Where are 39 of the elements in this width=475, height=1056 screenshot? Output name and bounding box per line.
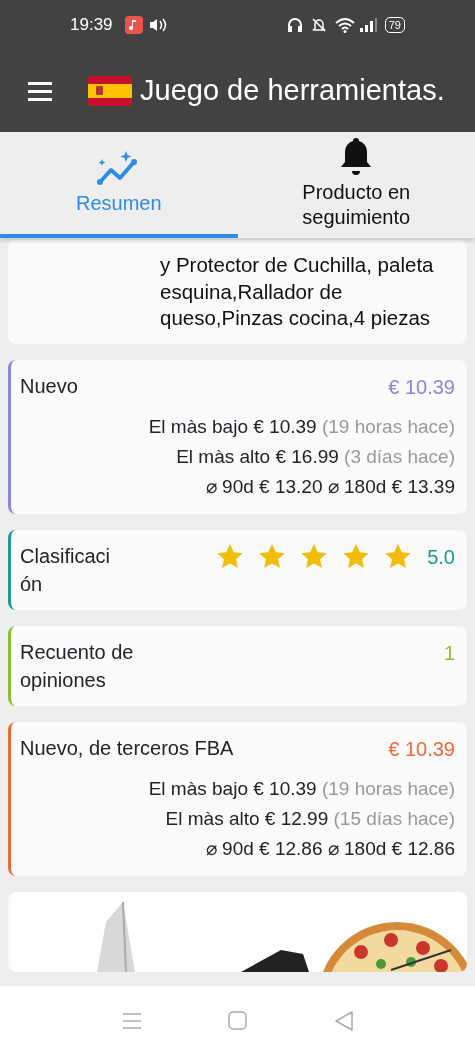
stat-label: Clasificaci ón — [20, 543, 112, 597]
price-value: € 10.39 — [388, 736, 455, 762]
volume-icon — [148, 18, 167, 32]
battery-icon: 79 — [384, 17, 405, 33]
star-icon — [301, 544, 328, 570]
star-icon — [259, 544, 286, 570]
price-stat: El màs alto € 16.99 — [176, 445, 339, 467]
status-time: 19:39 — [70, 14, 113, 37]
average-prices: ⌀ 90d € 12.86 ⌀ 180d € 12.86 — [204, 836, 455, 861]
product-description: y Protector de Cuchilla, paleta esquina,Rallador de queso,Pinzas cocina,4 piezas — [159, 252, 435, 332]
flag-icon — [88, 76, 132, 106]
bell-off-icon — [310, 17, 327, 33]
headphones-icon — [286, 17, 303, 33]
time-ago: (15 días hace) — [333, 807, 455, 829]
price-stat: El màs bajo € 10.39 — [148, 415, 317, 437]
music-app-icon — [124, 16, 143, 34]
price-value: € 10.39 — [388, 374, 455, 400]
stat-value: 1 — [443, 640, 455, 666]
back-icon[interactable] — [333, 1011, 354, 1031]
time-ago: (19 horas hace) — [321, 415, 455, 437]
price-stat: El màs bajo € 10.39 — [148, 777, 317, 799]
stat-label: Recuento de opiniones — [20, 639, 135, 693]
menu-icon[interactable] — [28, 81, 52, 101]
star-icon — [217, 544, 244, 570]
star-icon — [343, 544, 370, 570]
bell-icon — [339, 136, 374, 176]
price-stat: El màs alto € 12.99 — [165, 807, 329, 829]
time-ago: (3 días hace) — [344, 445, 455, 467]
time-ago: (19 horas hace) — [321, 777, 455, 799]
signal-icon — [358, 18, 377, 32]
stat-value: 5.0 — [427, 544, 455, 570]
app-title: Juego de herramientas. — [140, 73, 445, 109]
wifi-icon — [334, 17, 355, 33]
price-label: Nuevo, de terceros FBA — [20, 735, 234, 761]
tab[interactable]: Producto en seguimiento — [237, 132, 475, 238]
star-icon — [385, 544, 412, 570]
average-prices: ⌀ 90d € 13.20 ⌀ 180d € 13.39 — [204, 474, 455, 499]
price-label: Nuevo — [20, 373, 78, 399]
home-icon[interactable] — [227, 1011, 248, 1031]
